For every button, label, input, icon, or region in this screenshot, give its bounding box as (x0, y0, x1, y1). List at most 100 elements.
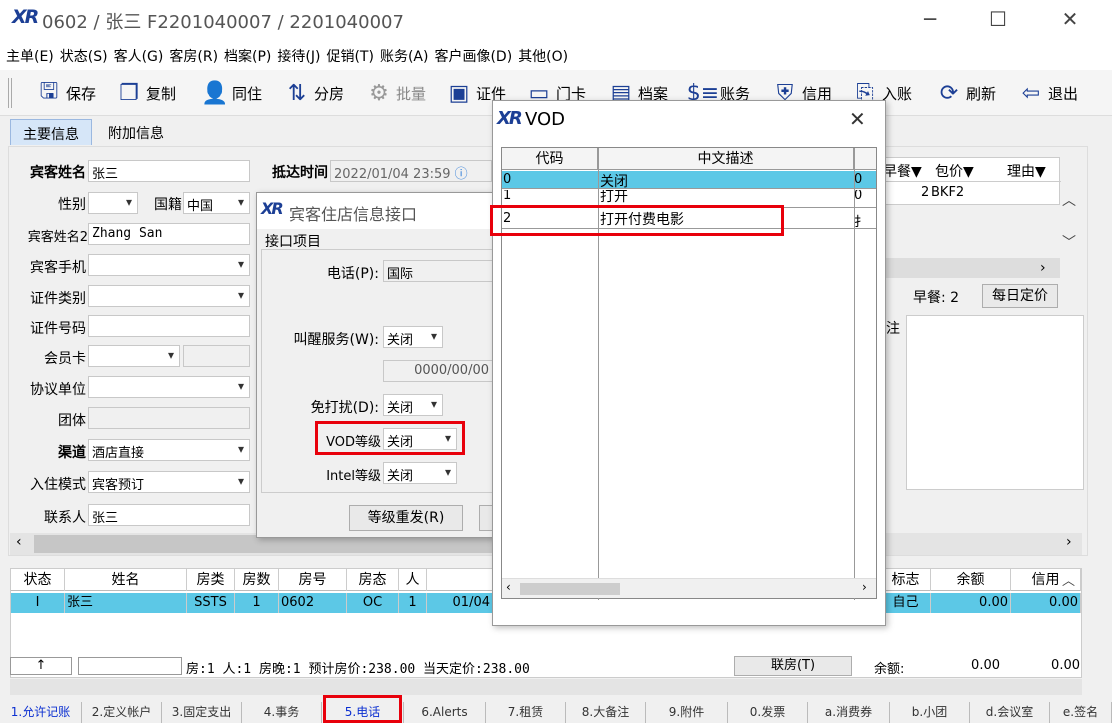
toolbar-refresh-button[interactable]: ⟳ 刷新 (934, 76, 996, 110)
menu-item-3[interactable]: 客房(R) (163, 40, 218, 66)
resend-level-button[interactable]: 等级重发(R) (349, 505, 463, 531)
bottom-tab-2[interactable]: 3.固定支出 (162, 702, 242, 723)
menu-item-9[interactable]: 其他(O) (512, 40, 568, 66)
link-room-button[interactable]: 联房(T) (734, 656, 852, 676)
toolbar-gear-button[interactable]: ⚙ 批量 (364, 76, 426, 110)
phone-tab-highlight (323, 695, 402, 723)
guest-cell-room: 0602 (279, 593, 347, 613)
phone-field[interactable]: 国际 (383, 260, 493, 282)
bottom-tab-5[interactable]: 6.Alerts (404, 702, 486, 723)
guest-col-header[interactable]: 状态 (11, 569, 65, 591)
dnd-combo[interactable]: 关闭 (383, 394, 443, 416)
vod-h-scroll-thumb[interactable] (520, 583, 620, 595)
bottom-tab-1[interactable]: 2.定义帐户 (82, 702, 162, 723)
bottom-tab-0[interactable]: 1.允许记账 (0, 702, 82, 723)
menu-item-2[interactable]: 客人(G) (108, 40, 164, 66)
intel-combo[interactable]: 关闭 (383, 462, 457, 484)
menu-item-4[interactable]: 档案(P) (218, 40, 271, 66)
channel-combo[interactable]: 酒店直接 (88, 439, 250, 461)
exit-icon: ⇦ (1021, 80, 1041, 106)
bottom-tab-8[interactable]: 9.附件 (646, 702, 728, 723)
code-col-header[interactable]: 代码 (502, 148, 598, 170)
toolbar-person-button[interactable]: 👤 同住 (200, 76, 262, 110)
bottom-tab-10[interactable]: a.消费券 (808, 702, 890, 723)
interface-dialog: XR 宾客住店信息接口 接口项目 电话(P): 国际 叫醒服务(W): 关闭 0… (256, 192, 496, 538)
arrival-field[interactable]: 2022/01/04 23:59 ⓘ (330, 160, 492, 182)
package-col-header[interactable]: 包价▼ (935, 161, 974, 181)
wake-combo[interactable]: 关闭 (383, 326, 443, 348)
menu-item-7[interactable]: 账务(A) (374, 40, 429, 66)
bottom-tab-12[interactable]: d.会议室 (970, 702, 1050, 723)
id-type-combo[interactable] (88, 285, 250, 307)
vod-scroll-left-icon[interactable]: ‹ (506, 580, 511, 594)
daily-rate-button[interactable]: 每日定价 (982, 284, 1058, 308)
bottom-tab-11[interactable]: b.小团 (890, 702, 970, 723)
menu-item-8[interactable]: 客户画像(D) (428, 40, 512, 66)
tab-extra-info[interactable]: 附加信息 (96, 119, 176, 145)
guest-name-field[interactable]: 张三 (88, 160, 250, 182)
vod-scroll-right-icon[interactable]: › (862, 580, 867, 594)
bottom-tab-7[interactable]: 8.大备注 (566, 702, 646, 723)
scroll-left-icon[interactable]: ‹ (16, 534, 22, 550)
title-bar: XR 0602 / 张三 F2201040007 / 2201040007 ─ … (0, 0, 1112, 40)
package-code: BKF2 (931, 185, 965, 200)
menu-item-1[interactable]: 状态(S) (54, 40, 108, 66)
vod-desc-cell: 关闭 (600, 174, 628, 190)
toolbar-copy-button[interactable]: ❐ 复制 (114, 76, 176, 110)
member-card-combo[interactable] (88, 345, 180, 367)
guest-col-header[interactable]: 余额 (931, 569, 1011, 591)
guest-col-header[interactable]: 姓名 (65, 569, 187, 591)
mobile-combo[interactable] (88, 254, 250, 276)
list-h-scrollbar[interactable] (10, 679, 1082, 695)
remark-field[interactable] (906, 315, 1084, 490)
guest-cell-people: 1 (399, 593, 427, 613)
vod-h-scrollbar[interactable]: ‹ › (502, 578, 876, 598)
group-field (88, 407, 250, 429)
table-row[interactable]: 0 关闭 0 (502, 171, 876, 190)
bottom-tab-9[interactable]: 0.发票 (728, 702, 808, 723)
h-scrollbar-right[interactable] (880, 258, 1060, 278)
menu-item-6[interactable]: 促销(T) (320, 40, 373, 66)
list-filter-field[interactable] (78, 657, 182, 675)
toolbar-exit-button[interactable]: ⇦ 退出 (1016, 76, 1078, 110)
toolbar-save-button[interactable]: 🖫 保存 (34, 76, 96, 110)
guest-col-header[interactable]: 房态 (347, 569, 399, 591)
guest-col-header[interactable]: 房类 (187, 569, 235, 591)
guest-col-header[interactable]: 标志 (881, 569, 931, 591)
guest-col-header[interactable]: 人 (399, 569, 427, 591)
vod-close-icon[interactable]: ✕ (849, 107, 866, 131)
scroll-up-icon[interactable]: ︿ (1062, 190, 1076, 210)
menu-item-0[interactable]: 主单(E) (0, 40, 54, 66)
bottom-tab-bar: 1.允许记账 2.定义帐户 3.固定支出 4.事务 5.电话 6.Alerts 7.租赁 8.… (0, 700, 1112, 723)
gender-combo[interactable] (88, 192, 138, 214)
bottom-tab-6[interactable]: 7.租赁 (486, 702, 566, 723)
id-no-field[interactable] (88, 315, 250, 337)
menu-item-5[interactable]: 接待(J) (271, 40, 320, 66)
move-up-button[interactable]: ↑ (10, 657, 72, 675)
maximize-button[interactable]: ☐ (978, 6, 1018, 32)
list-scroll-up-icon[interactable]: ︿ (1062, 570, 1075, 589)
wake-date-field[interactable]: 0000/00/00 (383, 360, 493, 382)
vod-combo[interactable]: 关闭 (383, 428, 457, 450)
guest-name2-field[interactable]: Zhang San (88, 223, 250, 245)
reason-col-header[interactable]: 理由▼ (1007, 161, 1046, 181)
desc-col-header[interactable]: 中文描述 (598, 148, 854, 170)
scroll-right-icon-2[interactable]: › (1066, 534, 1072, 550)
wake-label: 叫醒服务(W): (293, 332, 379, 348)
minimize-button[interactable]: ─ (910, 6, 950, 32)
close-window-button[interactable]: ✕ (1050, 6, 1090, 32)
checkin-mode-combo[interactable]: 宾客预订 (88, 471, 250, 493)
tab-main-info[interactable]: 主要信息 (10, 119, 92, 145)
toolbar-label: 保存 (66, 84, 97, 103)
guest-col-header[interactable]: 房数 (235, 569, 279, 591)
scroll-right-icon[interactable]: › (1040, 260, 1046, 276)
agreement-combo[interactable] (88, 376, 250, 398)
scroll-down-icon[interactable]: ﹀ (1062, 232, 1076, 252)
toolbar-split-button[interactable]: ⇅ 分房 (282, 76, 344, 110)
nationality-combo[interactable]: 中国 (183, 192, 250, 214)
bottom-tab-13[interactable]: e.签名 (1050, 702, 1112, 723)
breakfast-col-header[interactable]: 早餐▼ (883, 161, 922, 181)
guest-col-header[interactable]: 房号 (279, 569, 347, 591)
bottom-tab-3[interactable]: 4.事务 (242, 702, 322, 723)
contact-field[interactable]: 张三 (88, 504, 250, 526)
